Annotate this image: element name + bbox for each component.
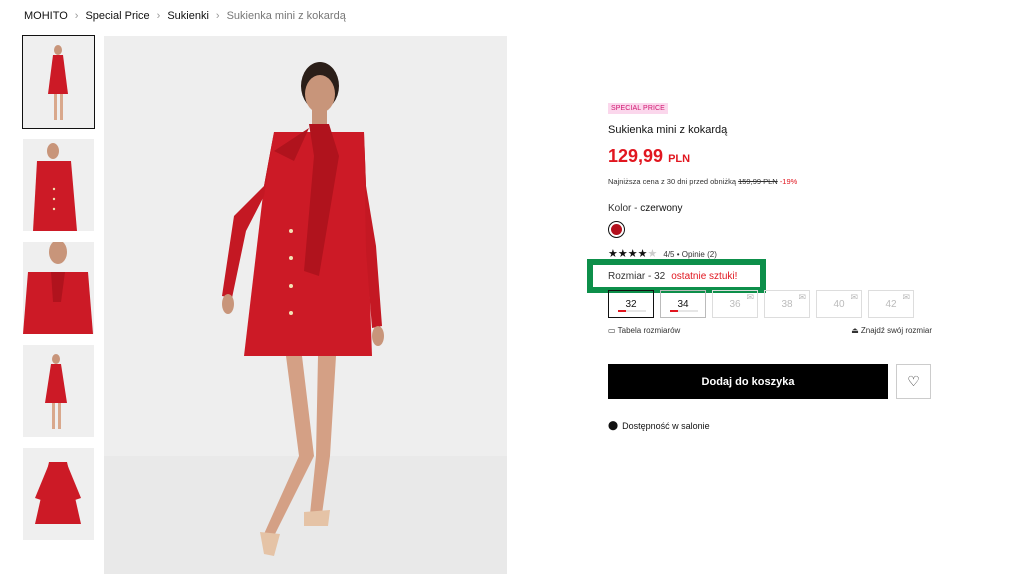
- rating-text[interactable]: 4/5 • Opinie (2): [663, 250, 717, 259]
- wishlist-button[interactable]: ♡: [896, 364, 931, 399]
- envelope-icon: ✉: [798, 292, 806, 302]
- lowest-price-label: Najniższa cena z 30 dni przed obniżką: [608, 177, 736, 186]
- hanger-icon: ⏏: [851, 326, 861, 335]
- thumbnail-1[interactable]: [22, 35, 95, 129]
- find-size-link[interactable]: ⏏ Znajdź swój rozmiar: [851, 326, 932, 335]
- discount-percent: -19%: [779, 177, 798, 186]
- color-label-prefix: Kolor -: [608, 203, 641, 214]
- size-links: ▭ Tabela rozmiarów ⏏ Znajdź swój rozmiar: [608, 326, 932, 335]
- chevron-right-icon: ›: [215, 10, 220, 22]
- add-to-cart-button[interactable]: Dodaj do koszyka: [608, 364, 888, 399]
- breadcrumb-item-current: Sukienka mini z kokardą: [226, 10, 346, 22]
- thumbnail-5[interactable]: [23, 448, 94, 540]
- cart-actions: Dodaj do koszyka ♡: [608, 364, 931, 399]
- color-value: czerwony: [640, 203, 683, 214]
- size-label: 38: [781, 299, 793, 310]
- color-label: Kolor - czerwony: [608, 203, 938, 214]
- envelope-icon: ✉: [746, 292, 754, 302]
- size-chart-link[interactable]: ▭ Tabela rozmiarów: [608, 326, 680, 335]
- store-availability-label: Dostępność w salonie: [622, 420, 710, 431]
- stock-bar: [670, 310, 698, 312]
- product-info-panel: SPECIAL PRICE Sukienka mini z kokardą 12…: [587, 97, 938, 431]
- size-option-40[interactable]: 40 ✉: [816, 290, 862, 318]
- thumbnail-4[interactable]: [23, 345, 94, 437]
- size-option-36[interactable]: 36 ✉: [712, 290, 758, 318]
- heart-icon: ♡: [907, 373, 920, 389]
- size-option-32[interactable]: 32: [608, 290, 654, 318]
- selected-size-label: Rozmiar - 32: [608, 270, 666, 282]
- size-label: 34: [677, 299, 689, 310]
- price-amount: 129,99: [608, 146, 664, 166]
- chevron-right-icon: ›: [156, 10, 161, 22]
- envelope-icon: ✉: [902, 292, 910, 302]
- thumbnail-2[interactable]: [23, 139, 94, 231]
- size-selector: 32 34 36 ✉ 38 ✉ 40 ✉ 42 ✉: [608, 290, 920, 318]
- breadcrumb-item-dresses[interactable]: Sukienki: [167, 10, 209, 22]
- ruler-icon: ▭: [608, 326, 618, 335]
- thumbnail-gallery: [22, 35, 95, 551]
- lowest-price-info: Najniższa cena z 30 dni przed obniżką 15…: [608, 177, 938, 186]
- breadcrumb-item-home[interactable]: MOHITO: [24, 10, 68, 22]
- size-label: 36: [729, 299, 741, 310]
- stock-bar: [618, 310, 646, 312]
- size-option-42[interactable]: 42 ✉: [868, 290, 914, 318]
- swatch-fill: [611, 224, 622, 235]
- size-label: 32: [625, 299, 637, 310]
- color-swatch-red[interactable]: [608, 221, 625, 238]
- size-option-38[interactable]: 38 ✉: [764, 290, 810, 318]
- find-size-label: Znajdź swój rozmiar: [860, 326, 932, 335]
- product-price: 129,99 PLN: [608, 146, 938, 167]
- size-option-34[interactable]: 34: [660, 290, 706, 318]
- chevron-right-icon: ›: [74, 10, 79, 22]
- low-stock-warning: ostatnie sztuki!: [671, 270, 738, 282]
- thumbnail-3[interactable]: [23, 242, 94, 334]
- breadcrumb: MOHITO › Special Price › Sukienki › Suki…: [24, 10, 346, 22]
- size-label: 40: [833, 299, 845, 310]
- store-availability-link[interactable]: ⬤ Dostępność w salonie: [608, 420, 710, 431]
- size-chart-label: Tabela rozmiarów: [617, 326, 681, 335]
- selected-size-highlight: Rozmiar - 32 ostatnie sztuki!: [587, 259, 766, 293]
- special-price-badge: SPECIAL PRICE: [608, 103, 668, 114]
- location-pin-icon: ⬤: [608, 420, 619, 430]
- price-currency: PLN: [668, 153, 691, 165]
- size-label: 42: [885, 299, 897, 310]
- old-price: 159,99 PLN: [738, 177, 778, 186]
- product-title: Sukienka mini z kokardą: [608, 124, 728, 136]
- product-main-image[interactable]: [104, 36, 507, 574]
- envelope-icon: ✉: [850, 292, 858, 302]
- breadcrumb-item-special-price[interactable]: Special Price: [85, 10, 149, 22]
